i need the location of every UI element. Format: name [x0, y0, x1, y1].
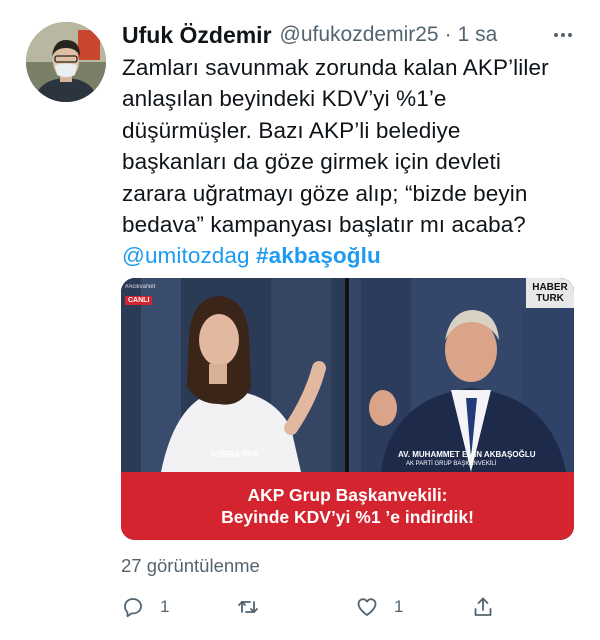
tweet-text-line: anlaşılan beyindeki KDV’yi %1’e [122, 86, 447, 112]
tweet-media[interactable]: #AcikvaNet CANLI HABER TURK KÜBRA PAR AV… [121, 278, 574, 540]
avatar-image [26, 22, 106, 102]
tweet-tags-line: @umitozdag #akbaşoğlu [122, 240, 592, 271]
more-icon [554, 33, 572, 37]
tweet-text-line: düşürmüşler. Bazı AKP’li belediye [122, 117, 461, 143]
reply-button[interactable]: 1 [121, 592, 169, 622]
tweet-time[interactable]: 1 sa [458, 23, 498, 47]
left-speaker-name: KÜBRA PAR [211, 450, 259, 459]
tweet-text-line: bedava” kampanyası başlatır mı acaba? [122, 212, 526, 238]
video-caption-line2: Beyinde KDV’yi %1 ’e indirdik! [221, 507, 474, 527]
like-button[interactable]: 1 [355, 592, 403, 622]
heart-icon [357, 598, 377, 616]
right-speaker-title: AK PARTİ GRUP BAŞKANVEKİLİ [406, 461, 497, 467]
tweet-text-line: zarara uğratmayı göze alıp; “bizde beyin [122, 180, 528, 206]
avatar[interactable] [26, 22, 106, 102]
more-options-button[interactable] [548, 20, 578, 50]
author-handle[interactable]: @ufukozdemir25 [280, 23, 439, 47]
channel-logo-line2: TURK [536, 293, 564, 304]
tweet-text: Zamları savunmak zorunda kalan AKP’liler… [122, 52, 592, 272]
retweet-icon [238, 601, 258, 613]
right-speaker-name: AV. MUHAMMET EMİN AKBAŞOĞLU [398, 450, 536, 459]
live-badge: CANLI [125, 296, 153, 305]
action-bar: 1 1 [121, 592, 501, 622]
reply-count: 1 [160, 597, 170, 616]
author-display-name[interactable]: Ufuk Özdemir [122, 22, 272, 49]
share-icon [474, 597, 492, 616]
mention-link[interactable]: @umitozdag [122, 243, 250, 268]
share-button[interactable] [471, 592, 495, 622]
video-caption-line1: AKP Grup Başkanvekili: [247, 485, 448, 505]
reply-icon [124, 598, 142, 618]
like-count: 1 [394, 597, 404, 616]
channel-logo-line1: HABER [532, 282, 568, 293]
channel-logo: HABER TURK [526, 278, 574, 308]
separator-dot: · [444, 23, 452, 46]
retweet-button[interactable] [236, 592, 275, 622]
view-count[interactable]: 27 görüntülenme [121, 555, 260, 577]
channel-tag: #AcikvaNet [125, 284, 156, 290]
tweet-text-line: başkanları da göze girmek için devleti [122, 149, 501, 175]
tweet-header: Ufuk Özdemir @ufukozdemir25 · 1 sa [122, 20, 497, 50]
video-caption: AKP Grup Başkanvekili: Beyinde KDV’yi %1… [121, 472, 574, 540]
hashtag-link[interactable]: #akbaşoğlu [256, 243, 381, 268]
tweet-text-line: Zamları savunmak zorunda kalan AKP’liler [122, 55, 549, 80]
